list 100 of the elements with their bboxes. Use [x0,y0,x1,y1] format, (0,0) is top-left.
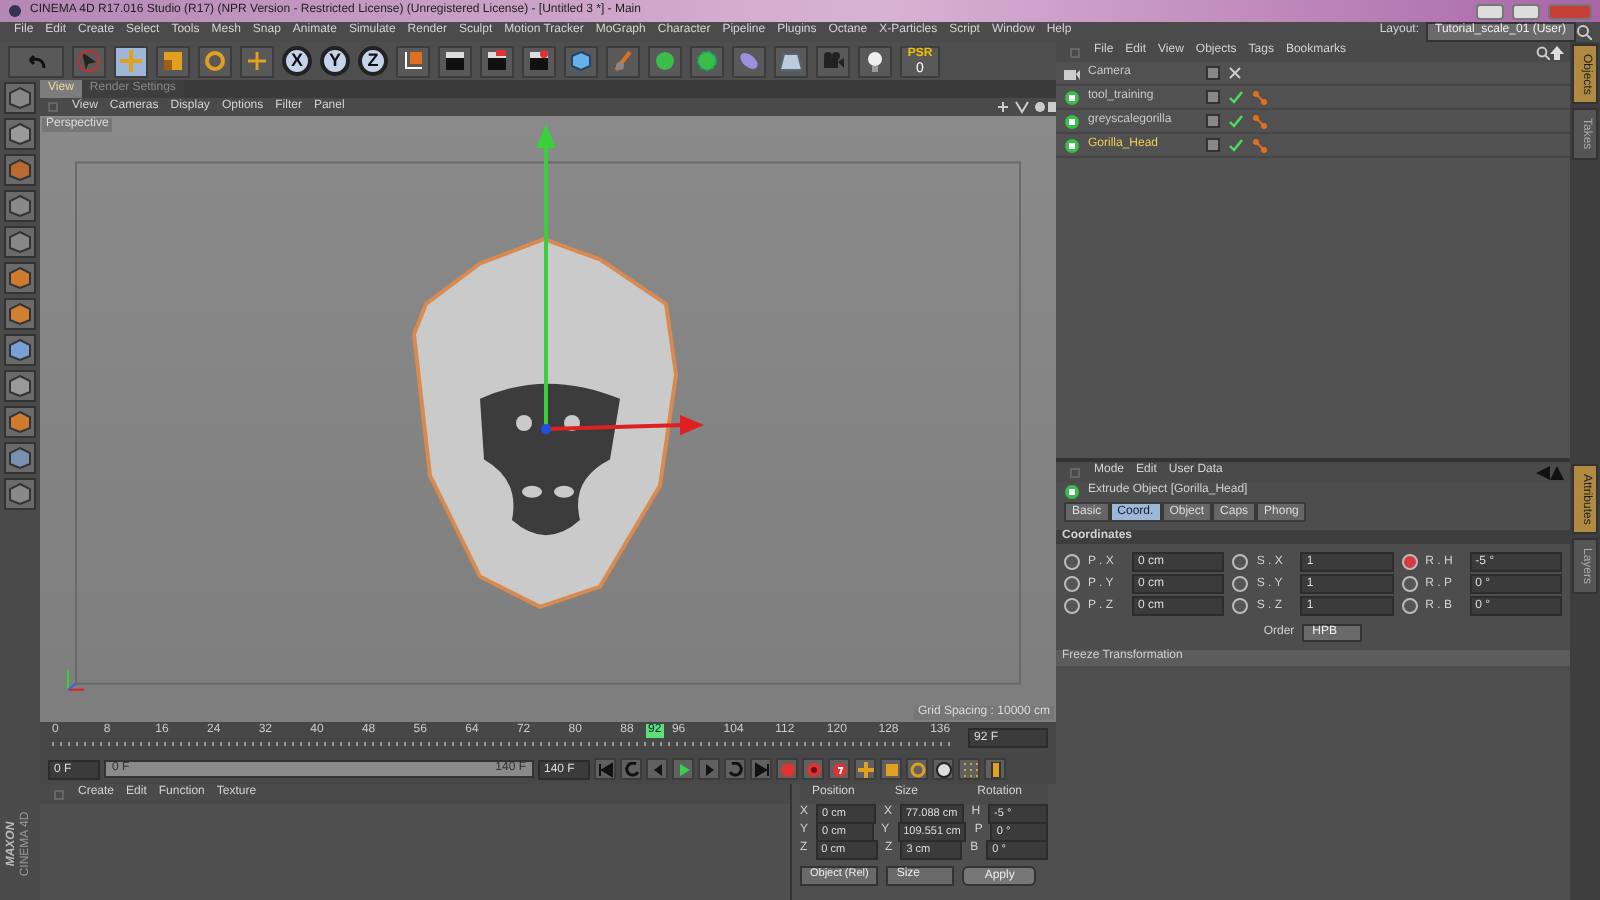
gorilla-head-drawing[interactable] [411,237,679,610]
search-icon[interactable] [1536,45,1550,59]
key-rotation-icon [909,761,925,777]
extrude-object-icon [1064,137,1080,153]
toolbar-button[interactable] [858,45,892,77]
tag-icon[interactable] [1252,137,1268,153]
toolbar-button[interactable] [774,45,808,77]
x-axis-arrow[interactable] [545,414,704,436]
axis-lock-button[interactable]: Z [358,46,388,76]
mode-button[interactable] [4,262,36,294]
camera-icon [822,50,844,72]
ellipse-icon [738,50,760,72]
axis-icon [8,302,32,326]
transport-button[interactable] [880,758,902,780]
tool-button[interactable] [198,45,232,77]
layer-swatch-icon[interactable] [1206,114,1220,128]
search-icon[interactable] [1576,24,1592,40]
keyframe-selection-icon [831,761,847,777]
mode-button[interactable] [4,298,36,330]
axis-lock-button[interactable]: Y [320,46,350,76]
transport-button[interactable] [932,758,954,780]
panel-handle-icon [1070,47,1080,57]
step-forward-icon [727,761,743,777]
mode-button[interactable] [4,478,36,510]
key-scale-icon [883,761,899,777]
extrude-object-icon [1064,484,1080,500]
gear-icon [696,50,718,72]
panel-handle-icon [54,789,64,799]
tag-icon[interactable] [1252,89,1268,105]
keyframe-toggle[interactable] [1232,598,1249,615]
clapperboard-icon [528,50,550,72]
move-icon [120,50,142,72]
transport-button[interactable] [984,758,1006,780]
key-position-icon [857,761,873,777]
tag-icon[interactable] [1252,113,1268,129]
y-axis-arrow[interactable] [536,124,556,430]
toolbar-button[interactable] [480,45,514,77]
timeline-icon [987,761,1003,777]
cross-icon [246,50,268,72]
keyframe-toggle[interactable] [1064,554,1080,571]
model-mode-icon [8,86,32,110]
previous-key-icon [649,761,665,777]
layer-swatch-icon[interactable] [1206,66,1220,80]
tool-button[interactable] [114,45,148,77]
mode-button[interactable] [4,334,36,366]
pen-icon [612,50,634,72]
mode-button[interactable] [4,118,36,150]
panel-handle-icon [48,102,58,112]
mode-button[interactable] [4,82,36,114]
transport-button[interactable] [828,758,850,780]
undo-button[interactable] [8,45,64,77]
key-parameter-icon [935,761,951,777]
play-icon [675,761,691,777]
home-icon[interactable] [1550,45,1564,59]
toolbar-button[interactable] [522,45,556,77]
transport-button[interactable] [854,758,876,780]
polygons-icon [8,266,32,290]
mode-button[interactable] [4,226,36,258]
toolbar-button[interactable] [396,45,430,77]
keyframe-toggle[interactable] [1064,576,1080,593]
texture-mode-icon [8,122,32,146]
extrude-object-icon [1064,89,1080,105]
transport-button[interactable] [906,758,928,780]
floor-grid-icon [780,50,802,72]
tool-button[interactable] [156,45,190,77]
transport-button[interactable] [672,758,694,780]
maximize-button[interactable] [1512,3,1540,19]
keyframe-toggle[interactable] [1401,554,1418,571]
cube-icon [570,50,592,72]
workplane-grid-icon [8,482,32,506]
coordinate-system-icon [402,50,424,72]
minimize-button[interactable] [1476,3,1504,19]
select-arrow-icon [78,50,100,72]
mode-button[interactable] [4,370,36,402]
keyframe-toggle[interactable] [1401,576,1418,593]
mode-button[interactable] [4,190,36,222]
lock-workplane-icon [8,446,32,470]
tool-button[interactable] [72,45,106,77]
transport-button[interactable] [958,758,980,780]
camera-icon [1064,66,1080,80]
view-navigation-icon[interactable] [996,100,1056,114]
tool-button[interactable] [240,45,274,77]
step-back-icon [623,761,639,777]
toolbar-button[interactable] [438,45,472,77]
keyframe-toggle[interactable] [1232,554,1249,571]
undo-icon [26,53,46,69]
keyframe-toggle[interactable] [1401,598,1418,615]
mode-button[interactable] [4,406,36,438]
mode-button[interactable] [4,154,36,186]
keyframe-toggle[interactable] [1232,576,1249,593]
mode-button[interactable] [4,442,36,474]
panel-handle-icon [1070,467,1080,477]
axis-lock-button[interactable]: X [282,46,312,76]
points-icon [8,194,32,218]
go-to-end-icon [753,761,769,777]
layer-swatch-icon[interactable] [1206,138,1220,152]
layer-swatch-icon[interactable] [1206,90,1220,104]
extrude-object-icon [1064,113,1080,129]
scale-icon [162,50,184,72]
keyframe-toggle[interactable] [1064,598,1080,615]
